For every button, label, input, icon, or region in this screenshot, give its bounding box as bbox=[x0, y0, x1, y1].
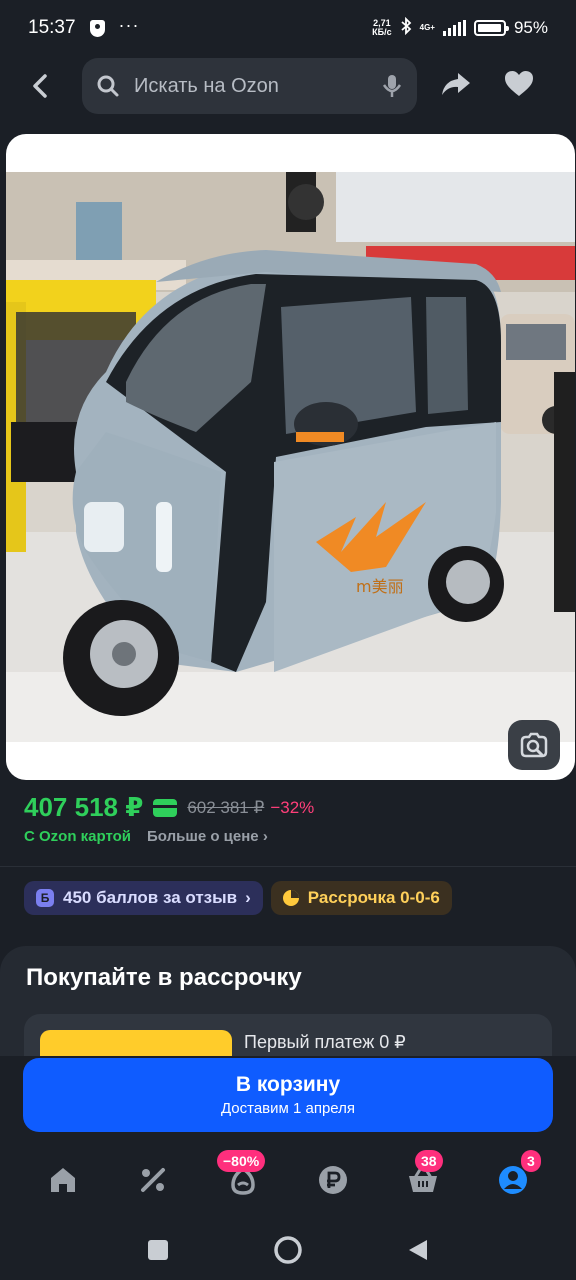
product-image-card[interactable]: m美丽 bbox=[6, 134, 575, 780]
network-type: 4G+ bbox=[419, 23, 435, 32]
home-icon bbox=[51, 1168, 75, 1192]
chevron-right-icon: › bbox=[262, 828, 268, 845]
nav-finance[interactable] bbox=[303, 1150, 363, 1210]
percent-icon bbox=[141, 1168, 165, 1192]
battery-percent: 95% bbox=[513, 18, 548, 37]
nav-home[interactable] bbox=[33, 1150, 93, 1210]
nav-cart[interactable]: 38 bbox=[393, 1150, 453, 1210]
subprice-row: С Ozon картой Больше о цене › bbox=[24, 828, 268, 845]
divider bbox=[0, 866, 576, 867]
search-input[interactable]: Искать на Ozon bbox=[82, 58, 417, 114]
search-placeholder: Искать на Ozon bbox=[134, 74, 279, 97]
bluetooth-icon bbox=[400, 16, 412, 40]
delivery-date: Доставим 1 апреля bbox=[220, 1100, 356, 1117]
more-notifications-icon: ··· bbox=[118, 14, 140, 35]
system-nav-bar bbox=[0, 1220, 576, 1280]
discount-badge: −32% bbox=[270, 797, 315, 817]
nav-badge: 3 bbox=[521, 1150, 541, 1172]
installment-tag bbox=[40, 1030, 232, 1056]
chevron-left-icon bbox=[33, 74, 47, 98]
points-icon: Б bbox=[36, 889, 54, 907]
visual-search-button[interactable] bbox=[508, 720, 560, 770]
first-payment-text: Первый платеж 0 ₽ bbox=[244, 1032, 406, 1052]
shield-icon bbox=[89, 19, 105, 37]
nav-badge: −80% bbox=[217, 1150, 266, 1172]
installment-section: Покупайте в рассрочку Первый платеж 0 ₽ bbox=[0, 946, 576, 1056]
card-icon bbox=[153, 798, 178, 817]
status-bar: 15:37 ··· 2,71 КБ/с 4G+ 95% bbox=[0, 0, 576, 56]
favorite-button[interactable] bbox=[504, 70, 540, 104]
points-chip[interactable]: Б 450 баллов за отзыв › bbox=[24, 881, 263, 915]
installment-chip[interactable]: Рассрочка 0-0-6 bbox=[270, 881, 452, 915]
home-circle-icon[interactable] bbox=[273, 1235, 303, 1265]
promo-chips: Б 450 баллов за отзыв › Рассрочка 0-0-6 bbox=[24, 881, 452, 915]
more-price-link[interactable]: Больше о цене › bbox=[147, 828, 268, 845]
microphone-icon[interactable] bbox=[381, 73, 403, 99]
heart-icon bbox=[505, 71, 533, 96]
svg-text:m美丽: m美丽 bbox=[356, 577, 404, 596]
installment-card[interactable]: Первый платеж 0 ₽ bbox=[24, 1014, 552, 1056]
section-title: Покупайте в рассрочку bbox=[26, 964, 302, 991]
nav-profile[interactable]: 3 bbox=[483, 1150, 543, 1210]
nav-discounts[interactable] bbox=[123, 1150, 183, 1210]
nav-fresh[interactable]: −80% bbox=[213, 1150, 273, 1210]
nav-badge: 38 bbox=[415, 1150, 443, 1172]
current-price: 407 518 ₽ bbox=[24, 792, 144, 822]
signal-icon bbox=[442, 20, 466, 36]
old-price: 602 381 ₽ bbox=[187, 797, 265, 817]
network-speed: 2,71 КБ/с bbox=[372, 18, 392, 37]
ozon-card-label: С Ozon картой bbox=[24, 828, 132, 845]
chevron-right-icon: › bbox=[245, 888, 251, 907]
pie-chart-icon bbox=[282, 890, 299, 906]
share-icon bbox=[442, 73, 470, 95]
search-icon bbox=[97, 75, 119, 97]
add-to-cart-button[interactable]: В корзину Доставим 1 апреля bbox=[23, 1058, 553, 1132]
back-triangle-icon[interactable] bbox=[407, 1238, 429, 1262]
back-button[interactable] bbox=[22, 68, 58, 104]
recents-icon[interactable] bbox=[147, 1239, 169, 1261]
share-button[interactable] bbox=[440, 69, 476, 103]
product-photo: m美丽 bbox=[6, 172, 575, 742]
camera-search-icon bbox=[520, 732, 548, 758]
cart-button-label: В корзину bbox=[235, 1073, 341, 1096]
bottom-nav: −80% 38 3 bbox=[0, 1140, 576, 1220]
price-row: 407 518 ₽ 602 381 ₽ −32% bbox=[24, 792, 314, 823]
top-bar: Искать на Ozon bbox=[0, 56, 576, 116]
ruble-icon bbox=[319, 1166, 347, 1194]
battery-icon bbox=[473, 20, 509, 36]
status-time: 15:37 bbox=[28, 17, 76, 38]
